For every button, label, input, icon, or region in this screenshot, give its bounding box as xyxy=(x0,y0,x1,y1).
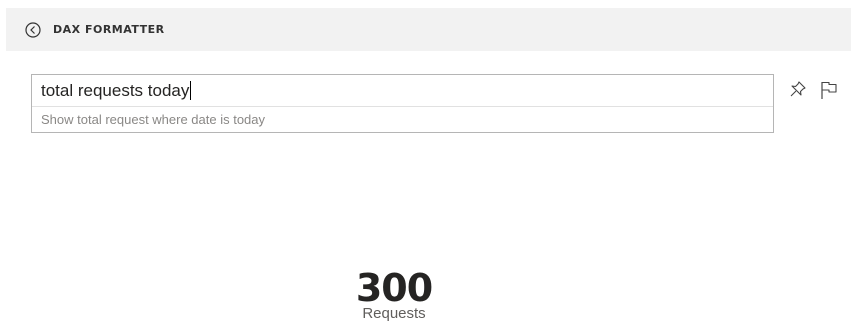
page-title: DAX FORMATTER xyxy=(53,23,165,36)
card-label: Requests xyxy=(362,305,426,322)
flag-button[interactable] xyxy=(820,80,838,100)
qa-question-input[interactable]: total requests today xyxy=(32,75,773,107)
flag-icon xyxy=(821,81,837,99)
back-circle-icon xyxy=(25,22,41,38)
qa-visual: total requests today Show total request … xyxy=(31,74,774,133)
pin-visual-button[interactable] xyxy=(789,80,807,98)
back-button[interactable] xyxy=(25,22,41,38)
qa-suggestion[interactable]: Show total request where date is today xyxy=(41,108,265,132)
qa-question-text: total requests today xyxy=(41,81,190,100)
text-caret xyxy=(190,81,192,100)
header-bar: DAX FORMATTER xyxy=(6,8,851,51)
pin-icon xyxy=(790,81,806,97)
card-value: 300 xyxy=(355,266,433,310)
report-page: DAX FORMATTER total requests today Show … xyxy=(0,0,851,328)
answer-card: 300 Requests xyxy=(300,268,488,322)
